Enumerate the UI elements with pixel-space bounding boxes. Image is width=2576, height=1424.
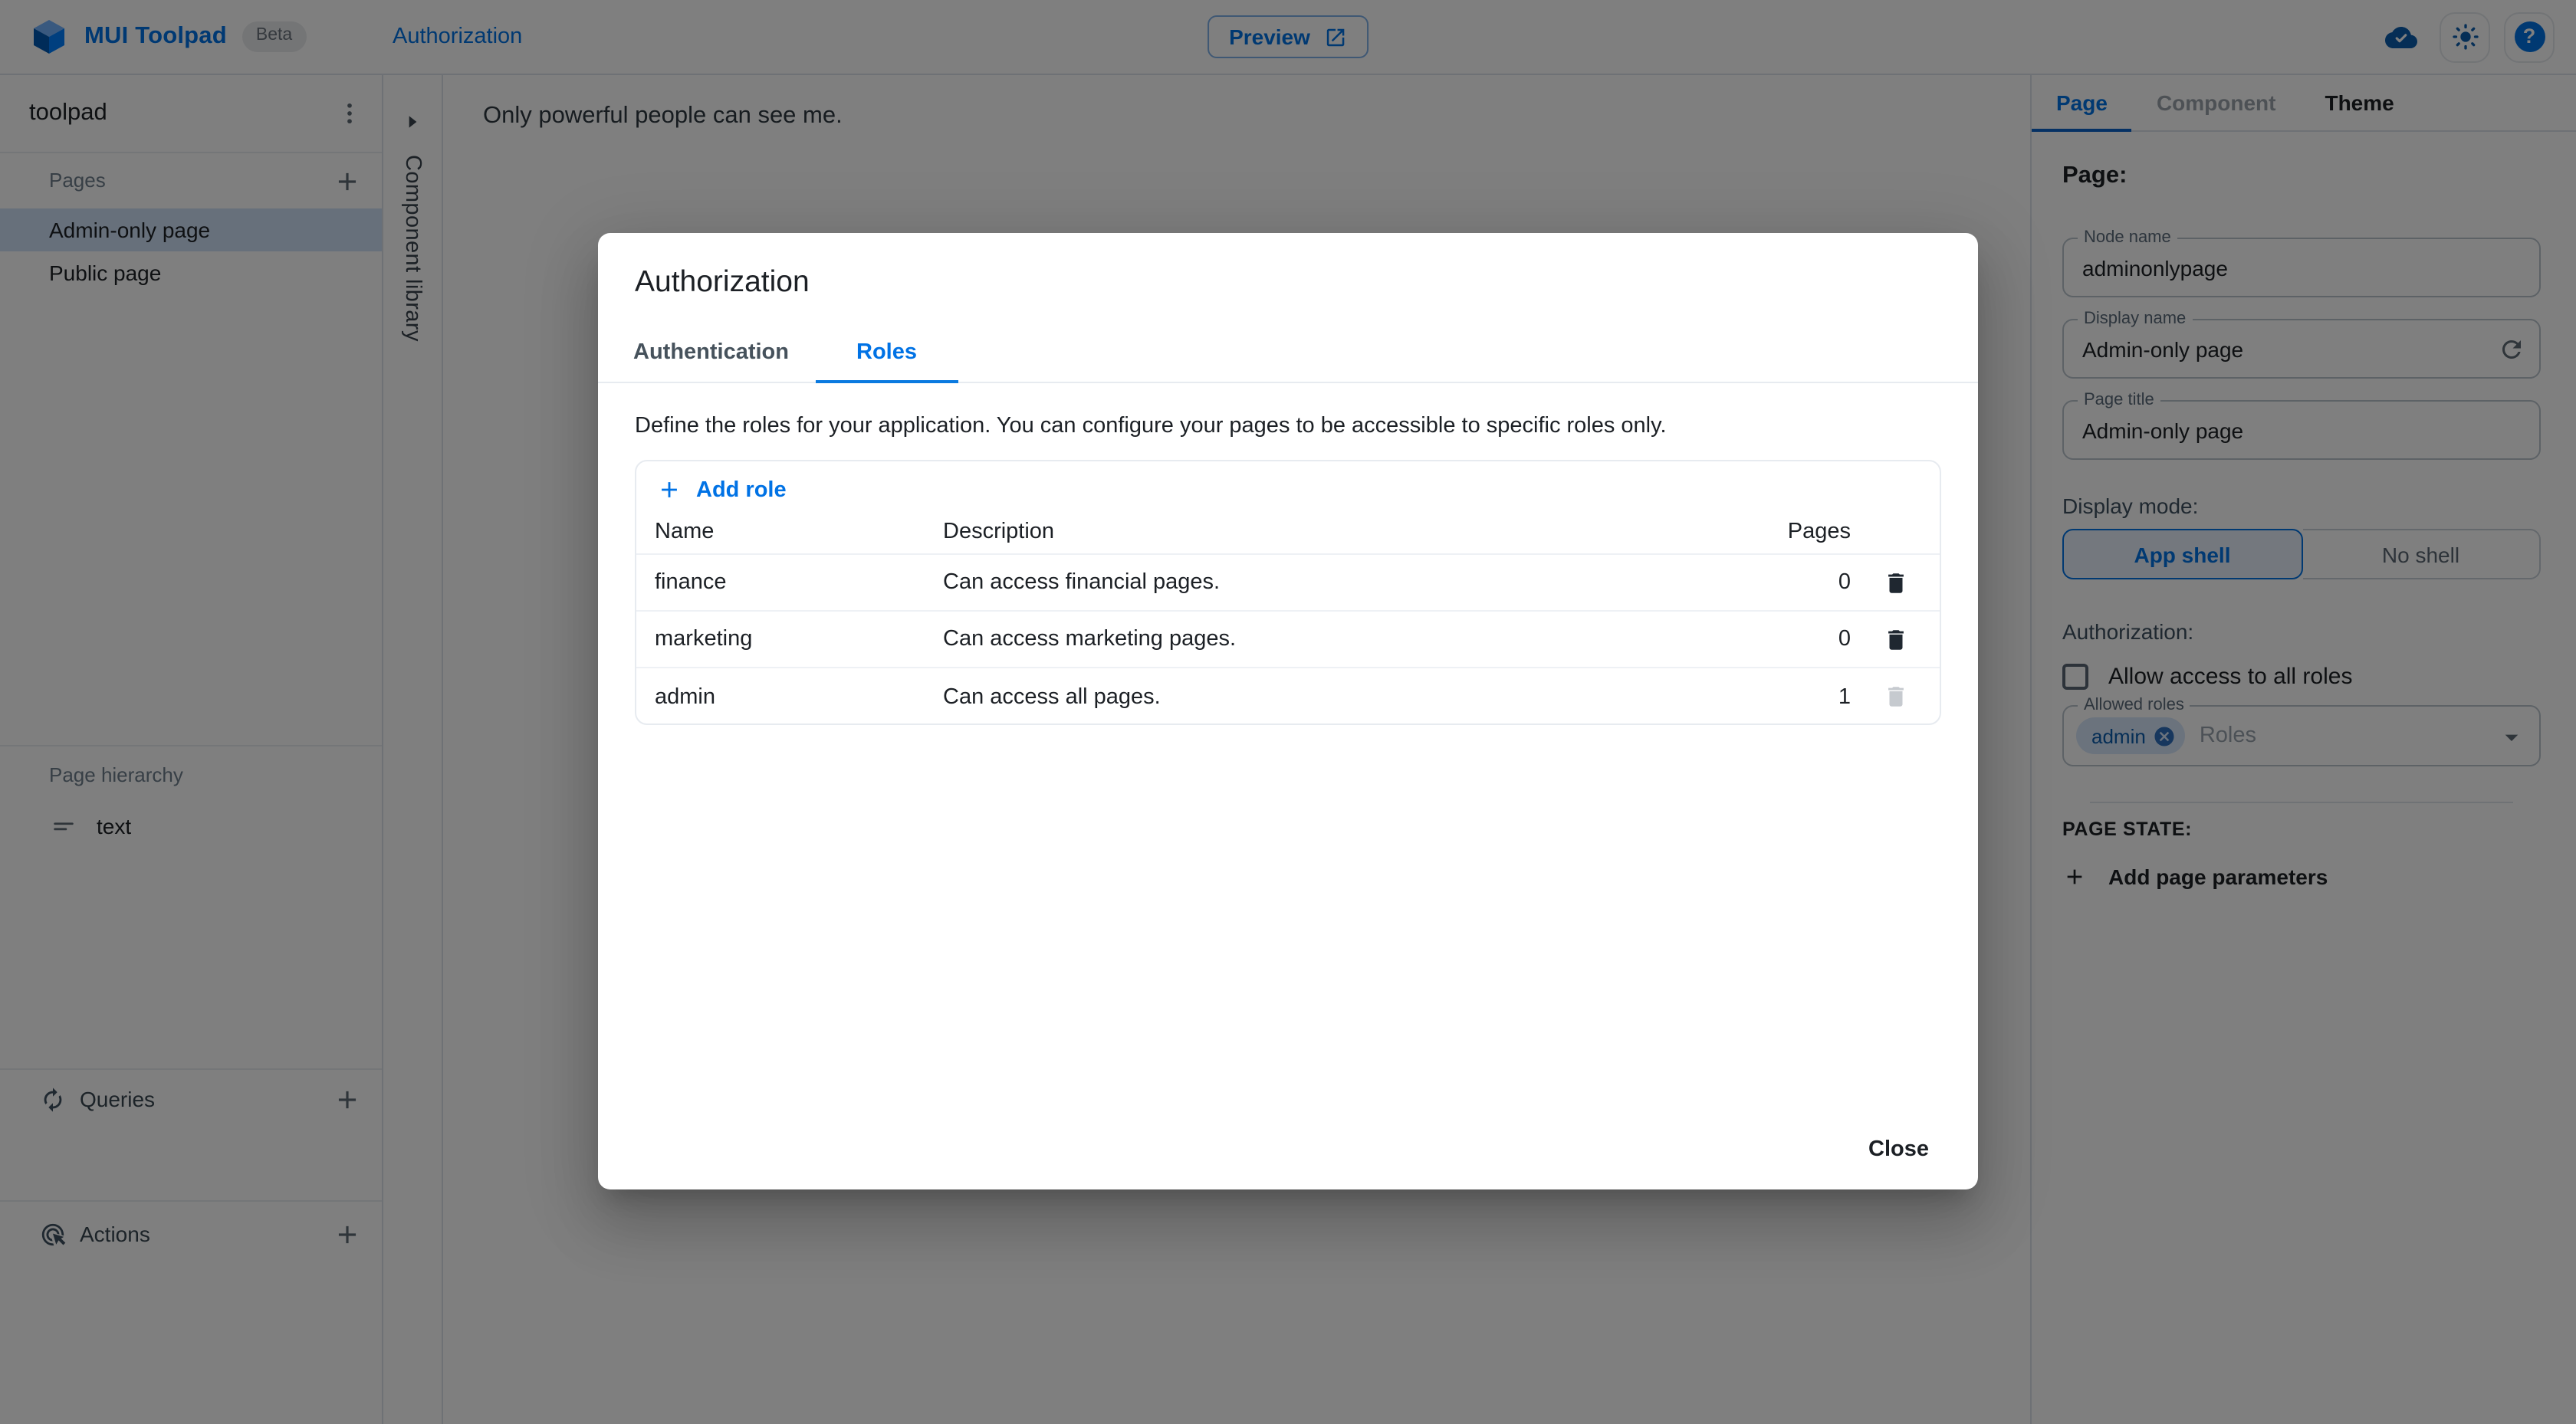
- tab-roles[interactable]: Roles: [815, 323, 958, 383]
- delete-role-button-disabled: [1879, 679, 1911, 714]
- role-name: marketing: [655, 627, 753, 651]
- add-role-label: Add role: [696, 477, 787, 502]
- dialog-title: Authorization: [635, 265, 810, 299]
- roles-table-header: Name Description Pages: [636, 509, 1940, 555]
- roles-description: Define the roles for your application. Y…: [635, 414, 1667, 438]
- role-description: Can access marketing pages.: [943, 627, 1237, 651]
- column-header-description: Description: [943, 519, 1055, 543]
- role-pages-count: 0: [1838, 570, 1851, 595]
- role-pages-count: 1: [1838, 684, 1851, 709]
- delete-role-button[interactable]: [1879, 622, 1911, 657]
- role-name: admin: [655, 684, 715, 709]
- table-row-finance: finance Can access financial pages. 0: [636, 555, 1940, 612]
- delete-role-button[interactable]: [1879, 565, 1911, 600]
- toolpad-editor: MUI Toolpad Beta Authorization Preview: [0, 0, 2576, 1424]
- dialog-tabbar: Authentication Roles: [598, 323, 1978, 383]
- add-role-button[interactable]: Add role: [636, 461, 1940, 509]
- authorization-dialog: Authorization Authentication Roles Defin…: [598, 233, 1978, 1189]
- table-row-marketing: marketing Can access marketing pages. 0: [636, 612, 1940, 668]
- table-row-admin: admin Can access all pages. 1: [636, 668, 1940, 723]
- plus-icon: [656, 477, 682, 503]
- role-description: Can access financial pages.: [943, 570, 1221, 595]
- role-description: Can access all pages.: [943, 684, 1161, 709]
- role-name: finance: [655, 570, 727, 595]
- column-header-name: Name: [655, 519, 715, 543]
- column-header-pages: Pages: [1787, 519, 1851, 543]
- roles-table-container: Add role Name Description Pages finance …: [635, 460, 1941, 725]
- close-button[interactable]: Close: [1856, 1128, 1941, 1171]
- role-pages-count: 0: [1838, 627, 1851, 651]
- tab-authentication[interactable]: Authentication: [607, 323, 815, 382]
